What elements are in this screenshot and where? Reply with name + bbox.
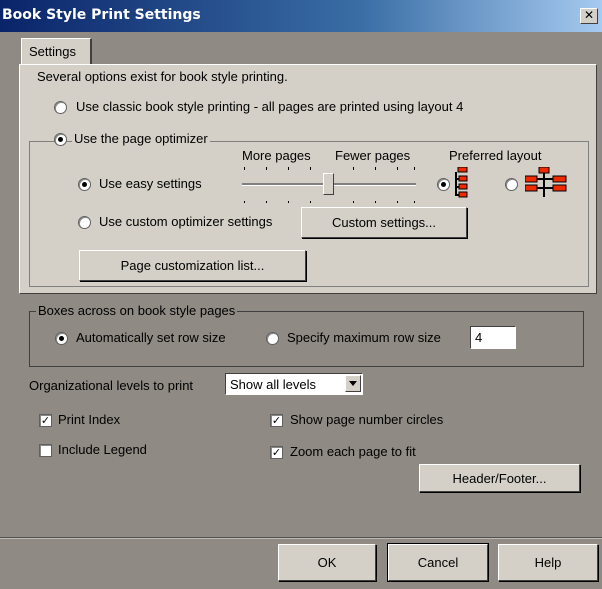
- help-button-label: Help: [534, 555, 562, 570]
- window-title: Book Style Print Settings: [2, 7, 201, 23]
- classic-radio-label: Use classic book style printing - all pa…: [76, 99, 464, 114]
- max-row-size-label: Specify maximum row size: [287, 330, 441, 345]
- help-button[interactable]: Help: [498, 544, 598, 581]
- ok-button-label: OK: [317, 555, 337, 570]
- zoom-page-label: Zoom each page to fit: [290, 444, 416, 459]
- custom-optimizer-label: Use custom optimizer settings: [99, 214, 273, 229]
- optimizer-radio[interactable]: [54, 133, 67, 146]
- zoom-page-checkbox[interactable]: ✓: [270, 446, 283, 459]
- preferred-layout-label: Preferred layout: [449, 148, 542, 163]
- title-bar[interactable]: Book Style Print Settings ✕: [0, 0, 602, 32]
- print-index-label: Print Index: [58, 412, 121, 427]
- org-levels-selected: Show all levels: [230, 377, 316, 392]
- close-button[interactable]: ✕: [580, 8, 598, 24]
- auto-row-size-radio[interactable]: [55, 332, 68, 345]
- show-page-circles-label: Show page number circles: [290, 412, 444, 427]
- max-row-size-value: 4: [475, 330, 483, 345]
- max-row-size-input[interactable]: 4: [470, 326, 516, 349]
- include-legend-checkbox[interactable]: [39, 444, 52, 457]
- print-index-checkbox[interactable]: ✓: [39, 414, 52, 427]
- dialog-window: Book Style Print Settings ✕ Settings Sev…: [0, 0, 602, 589]
- optimizer-radio-label: Use the page optimizer: [72, 131, 210, 146]
- intro-text: Several options exist for book style pri…: [37, 69, 288, 84]
- page-customization-button-label: Page customization list...: [120, 258, 265, 273]
- header-footer-button[interactable]: Header/Footer...: [419, 464, 580, 492]
- vertical-org-chart-icon: [455, 167, 468, 198]
- more-pages-label: More pages: [242, 148, 311, 163]
- header-footer-button-label: Header/Footer...: [452, 471, 547, 486]
- show-page-circles-checkbox[interactable]: ✓: [270, 414, 283, 427]
- cancel-button-label: Cancel: [417, 555, 459, 570]
- tab-settings-label: Settings: [29, 44, 76, 59]
- custom-settings-button[interactable]: Custom settings...: [301, 207, 467, 238]
- boxes-across-legend: Boxes across on book style pages: [36, 303, 238, 318]
- page-customization-button[interactable]: Page customization list...: [79, 250, 306, 281]
- max-row-size-radio[interactable]: [266, 332, 279, 345]
- auto-row-size-label: Automatically set row size: [76, 330, 226, 345]
- include-legend-label: Include Legend: [58, 442, 147, 457]
- ok-button[interactable]: OK: [278, 544, 376, 581]
- layout-option-2-radio[interactable]: [505, 178, 518, 191]
- fewer-pages-label: Fewer pages: [335, 148, 411, 163]
- org-levels-select[interactable]: Show all levels: [225, 373, 363, 395]
- close-icon: ✕: [583, 8, 595, 22]
- layout-option-1-radio[interactable]: [437, 178, 450, 191]
- easy-settings-radio[interactable]: [78, 178, 91, 191]
- chevron-down-icon[interactable]: [345, 375, 361, 392]
- horizontal-org-chart-icon: [525, 167, 567, 197]
- custom-settings-button-label: Custom settings...: [331, 215, 437, 230]
- tab-settings[interactable]: Settings: [21, 38, 92, 66]
- classic-radio[interactable]: [54, 101, 67, 114]
- cancel-button[interactable]: Cancel: [388, 544, 488, 581]
- slider-thumb[interactable]: [323, 173, 334, 195]
- easy-settings-label: Use easy settings: [99, 176, 202, 191]
- custom-optimizer-radio[interactable]: [78, 216, 91, 229]
- org-levels-label: Organizational levels to print: [29, 378, 194, 393]
